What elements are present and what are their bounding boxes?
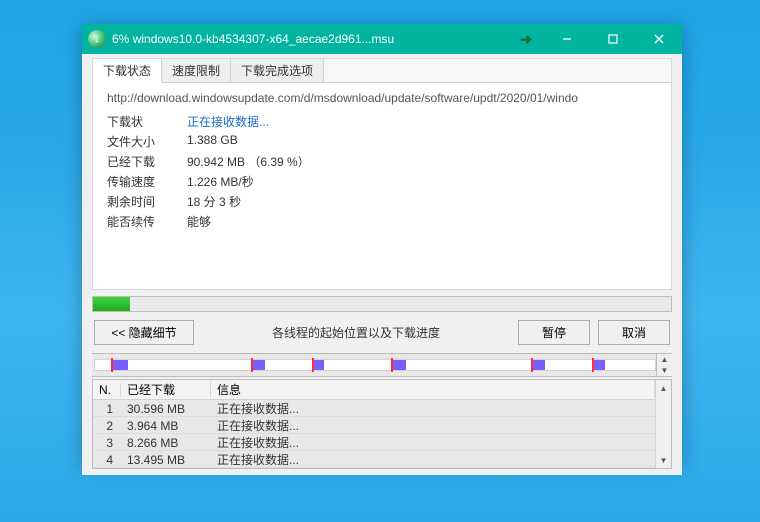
label-status: 下载状: [107, 113, 187, 130]
cell-downloaded: 30.596 MB: [121, 402, 211, 416]
cell-n: 4: [93, 453, 121, 467]
segment-fill: [531, 360, 545, 370]
cell-info: 正在接收数据...: [211, 417, 655, 434]
tab-bar: 下载状态 速度限制 下载完成选项: [93, 59, 671, 83]
value-resume: 能够: [187, 213, 657, 230]
segment-marker: [251, 358, 253, 372]
app-icon: ↓: [88, 30, 106, 48]
accelerator-icon: ➜: [520, 31, 532, 48]
cell-downloaded: 8.266 MB: [121, 436, 211, 450]
threads-table: N. 已经下载 信息 130.596 MB正在接收数据...23.964 MB正…: [92, 379, 672, 469]
col-n[interactable]: N.: [93, 383, 121, 397]
segment-fill: [391, 360, 407, 370]
cell-info: 正在接收数据...: [211, 434, 655, 451]
client-area: 下载状态 速度限制 下载完成选项 http://download.windows…: [82, 54, 682, 475]
label-remaining: 剩余时间: [107, 193, 187, 210]
progress-bar: [92, 296, 672, 312]
cancel-button[interactable]: 取消: [598, 320, 670, 345]
window-title: 6% windows10.0-kb4534307-x64_aecae2d961.…: [112, 32, 394, 46]
label-speed: 传输速度: [107, 173, 187, 190]
hide-details-button[interactable]: << 隐藏细节: [94, 320, 194, 345]
button-row: << 隐藏细节 各线程的起始位置以及下载进度 暂停 取消: [92, 320, 672, 345]
col-downloaded[interactable]: 已经下载: [121, 381, 211, 398]
tab-on-complete[interactable]: 下载完成选项: [231, 59, 324, 82]
label-resume: 能否续传: [107, 213, 187, 230]
cell-info: 正在接收数据...: [211, 400, 655, 417]
segment-map: ▲ ▼: [92, 353, 672, 377]
value-remaining: 18 分 3 秒: [187, 193, 657, 210]
segment-fill: [111, 360, 128, 370]
tab-speed-limit[interactable]: 速度限制: [162, 59, 231, 82]
segment-marker: [391, 358, 393, 372]
segment-marker: [592, 358, 594, 372]
minimize-button[interactable]: [544, 24, 590, 54]
table-row[interactable]: 130.596 MB正在接收数据...: [93, 400, 655, 417]
titlebar[interactable]: ↓ 6% windows10.0-kb4534307-x64_aecae2d96…: [82, 24, 682, 54]
tab-download-status[interactable]: 下载状态: [93, 59, 162, 83]
col-info[interactable]: 信息: [211, 381, 655, 398]
cell-downloaded: 3.964 MB: [121, 419, 211, 433]
table-row[interactable]: 38.266 MB正在接收数据...: [93, 434, 655, 451]
segment-marker: [531, 358, 533, 372]
cell-n: 2: [93, 419, 121, 433]
segment-marker: [111, 358, 113, 372]
download-url: http://download.windowsupdate.com/d/msdo…: [107, 91, 657, 105]
value-downloaded: 90.942 MB （6.39 %）: [187, 153, 657, 170]
value-status: 正在接收数据...: [187, 113, 657, 130]
cell-n: 3: [93, 436, 121, 450]
maximize-button[interactable]: [590, 24, 636, 54]
scroll-down-icon[interactable]: ▼: [656, 452, 671, 468]
label-downloaded: 已经下载: [107, 153, 187, 170]
table-row[interactable]: 413.495 MB正在接收数据...: [93, 451, 655, 468]
close-button[interactable]: [636, 24, 682, 54]
label-file-size: 文件大小: [107, 133, 187, 150]
cell-info: 正在接收数据...: [211, 451, 655, 468]
cell-n: 1: [93, 402, 121, 416]
threads-header: N. 已经下载 信息: [93, 380, 655, 400]
download-dialog: ↓ 6% windows10.0-kb4534307-x64_aecae2d96…: [82, 24, 682, 462]
table-row[interactable]: 23.964 MB正在接收数据...: [93, 417, 655, 434]
threads-scrollbar[interactable]: ▲ ▼: [655, 380, 671, 468]
scroll-up-icon[interactable]: ▲: [656, 380, 671, 396]
segment-caption: 各线程的起始位置以及下载进度: [202, 324, 510, 341]
cell-downloaded: 13.495 MB: [121, 453, 211, 467]
value-speed: 1.226 MB/秒: [187, 173, 657, 190]
segment-fill: [251, 360, 265, 370]
info-panel: 下载状态 速度限制 下载完成选项 http://download.windows…: [92, 58, 672, 290]
status-panel: http://download.windowsupdate.com/d/msdo…: [93, 83, 671, 289]
progress-fill: [93, 297, 130, 311]
pause-button[interactable]: 暂停: [518, 320, 590, 345]
segment-marker: [312, 358, 314, 372]
value-file-size: 1.388 GB: [187, 133, 657, 150]
segment-scroll-down[interactable]: ▼: [656, 364, 672, 376]
